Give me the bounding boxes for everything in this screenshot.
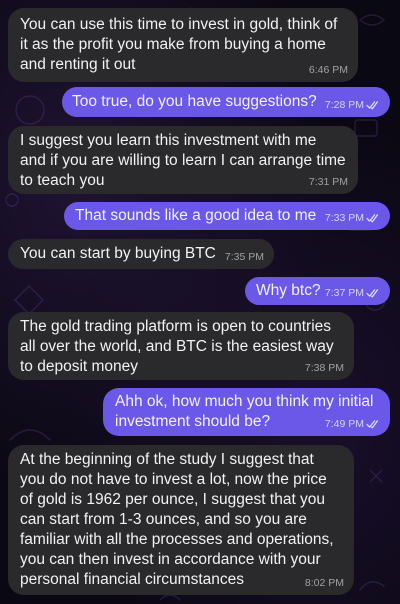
- message-meta: 7:33 PM: [325, 212, 380, 224]
- message-outgoing: Ahh ok, how much you think my initial in…: [103, 388, 390, 436]
- message-outgoing: Too true, do you have suggestions? 7:28 …: [62, 87, 390, 117]
- message-text: At the beginning of the study I suggest …: [20, 451, 334, 588]
- message-text: The gold trading platform is open to cou…: [20, 318, 334, 375]
- message-incoming: At the beginning of the study I suggest …: [8, 445, 354, 595]
- message-meta: 7:49 PM: [325, 418, 380, 430]
- message-meta: 7:38 PM: [305, 362, 344, 374]
- message-meta: 7:31 PM: [309, 176, 348, 188]
- message-time: 7:31 PM: [308, 176, 348, 188]
- message-meta: 7:37 PM: [325, 287, 380, 299]
- message-incoming: You can use this time to invest in gold,…: [8, 8, 358, 82]
- message-meta: 7:28 PM: [325, 99, 380, 111]
- message-text: I suggest you learn this investment with…: [20, 132, 346, 189]
- message-incoming: The gold trading platform is open to cou…: [8, 312, 354, 380]
- message-time: 7:33 PM: [324, 212, 364, 224]
- message-list[interactable]: You can use this time to invest in gold,…: [0, 0, 400, 604]
- message-meta: 7:35 PM: [225, 251, 264, 263]
- double-check-icon: [366, 420, 379, 429]
- message-meta: 6:46 PM: [309, 64, 348, 76]
- message-outgoing: Why btc? 7:37 PM: [245, 277, 390, 305]
- message-time: 6:46 PM: [308, 64, 348, 76]
- message-incoming: I suggest you learn this investment with…: [8, 126, 358, 194]
- message-time: 7:38 PM: [304, 362, 344, 374]
- message-time: 7:35 PM: [224, 251, 264, 263]
- double-check-icon: [366, 214, 379, 223]
- double-check-icon: [366, 101, 379, 110]
- message-time: 7:28 PM: [324, 99, 364, 111]
- message-text: You can use this time to invest in gold,…: [20, 16, 338, 73]
- message-time: 8:02 PM: [304, 577, 344, 589]
- message-time: 7:49 PM: [324, 418, 364, 430]
- message-outgoing: That sounds like a good idea to me 7:33 …: [64, 202, 390, 230]
- message-meta: 8:02 PM: [305, 577, 344, 589]
- message-incoming: You can start by buying BTC 7:35 PM: [8, 239, 274, 269]
- message-time: 7:37 PM: [324, 287, 364, 299]
- double-check-icon: [366, 289, 379, 298]
